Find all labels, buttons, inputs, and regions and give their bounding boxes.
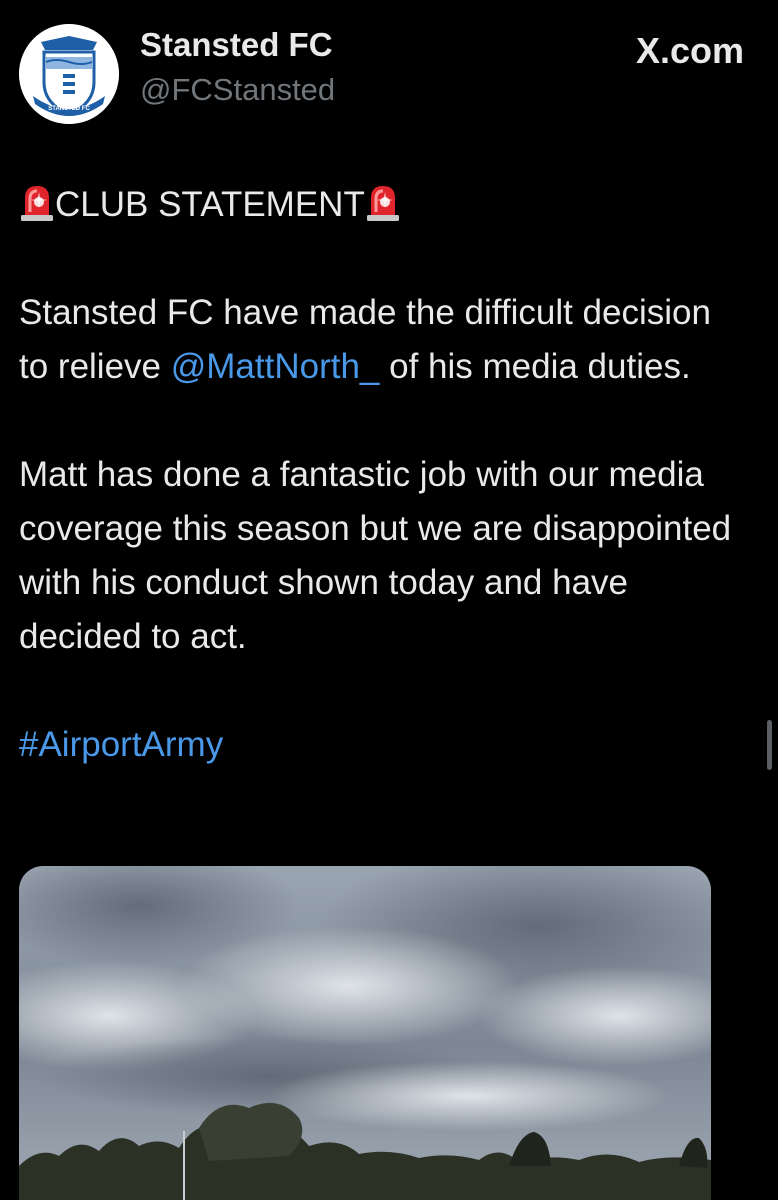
post-view: STANSTED FC Stansted FC @FCStansted X.co…	[0, 0, 778, 1200]
paragraph-1-end: of his media duties.	[379, 347, 691, 386]
mention-link[interactable]: @MattNorth_	[171, 347, 380, 386]
source-label: X.com	[635, 30, 744, 71]
club-crest-avatar[interactable]: STANSTED FC	[19, 24, 119, 124]
statement-heading: CLUB STATEMENT	[55, 185, 365, 224]
statement-heading-line: CLUB STATEMENT	[19, 178, 739, 232]
hashtag-link[interactable]: #AirportArmy	[19, 725, 223, 764]
siren-icon	[19, 182, 55, 222]
paragraph-2: Matt has done a fantastic job with our m…	[19, 455, 732, 656]
paragraph-1: Stansted FC have made the difficult deci…	[19, 286, 739, 394]
club-crest-icon: STANSTED FC	[19, 24, 119, 124]
photo-of-cloudy-sky-over-trees-icon	[19, 866, 711, 1200]
author-display-name[interactable]: Stansted FC	[140, 26, 333, 64]
crest-banner-text: STANSTED FC	[48, 106, 90, 112]
siren-icon	[365, 182, 401, 222]
post-body: CLUB STATEMENT Stansted FC have made the…	[19, 178, 739, 772]
scrollbar-thumb[interactable]	[767, 720, 772, 770]
attached-photo[interactable]	[19, 866, 711, 1200]
author-handle[interactable]: @FCStansted	[140, 72, 335, 108]
